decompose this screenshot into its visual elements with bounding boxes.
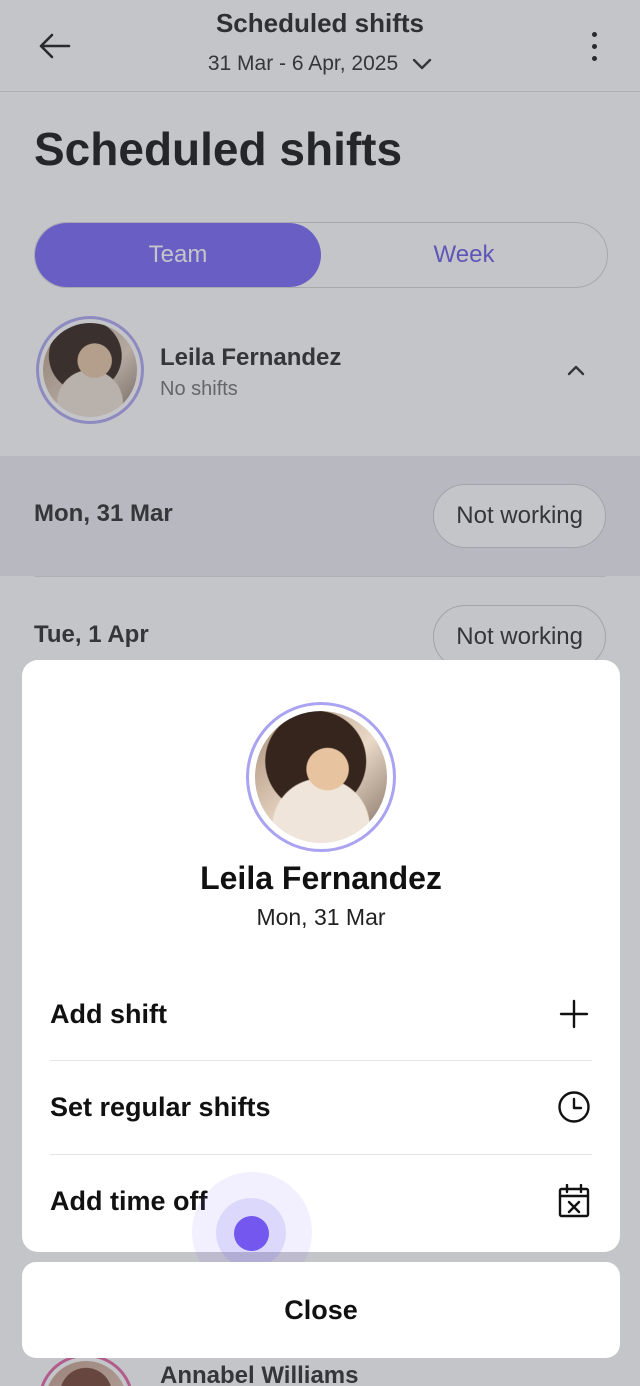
- shift-actions-sheet: Leila Fernandez Mon, 31 Mar Add shift Se…: [22, 660, 620, 1252]
- calendar-x-icon: [556, 1183, 592, 1219]
- clock-icon: [556, 1089, 592, 1125]
- plus-icon: [556, 996, 592, 1032]
- sheet-date: Mon, 31 Mar: [256, 904, 386, 930]
- action-label: Add time off: [50, 1185, 208, 1216]
- avatar: [246, 702, 396, 852]
- action-label: Add shift: [50, 998, 167, 1029]
- add-shift-button[interactable]: Add shift: [50, 968, 592, 1060]
- set-regular-shifts-button[interactable]: Set regular shifts: [50, 1061, 592, 1153]
- action-label: Set regular shifts: [50, 1091, 271, 1122]
- touch-indicator: [234, 1216, 269, 1251]
- add-time-off-button[interactable]: Add time off: [50, 1155, 592, 1247]
- sheet-member-name: Leila Fernandez: [200, 860, 442, 896]
- close-button[interactable]: Close: [22, 1262, 620, 1358]
